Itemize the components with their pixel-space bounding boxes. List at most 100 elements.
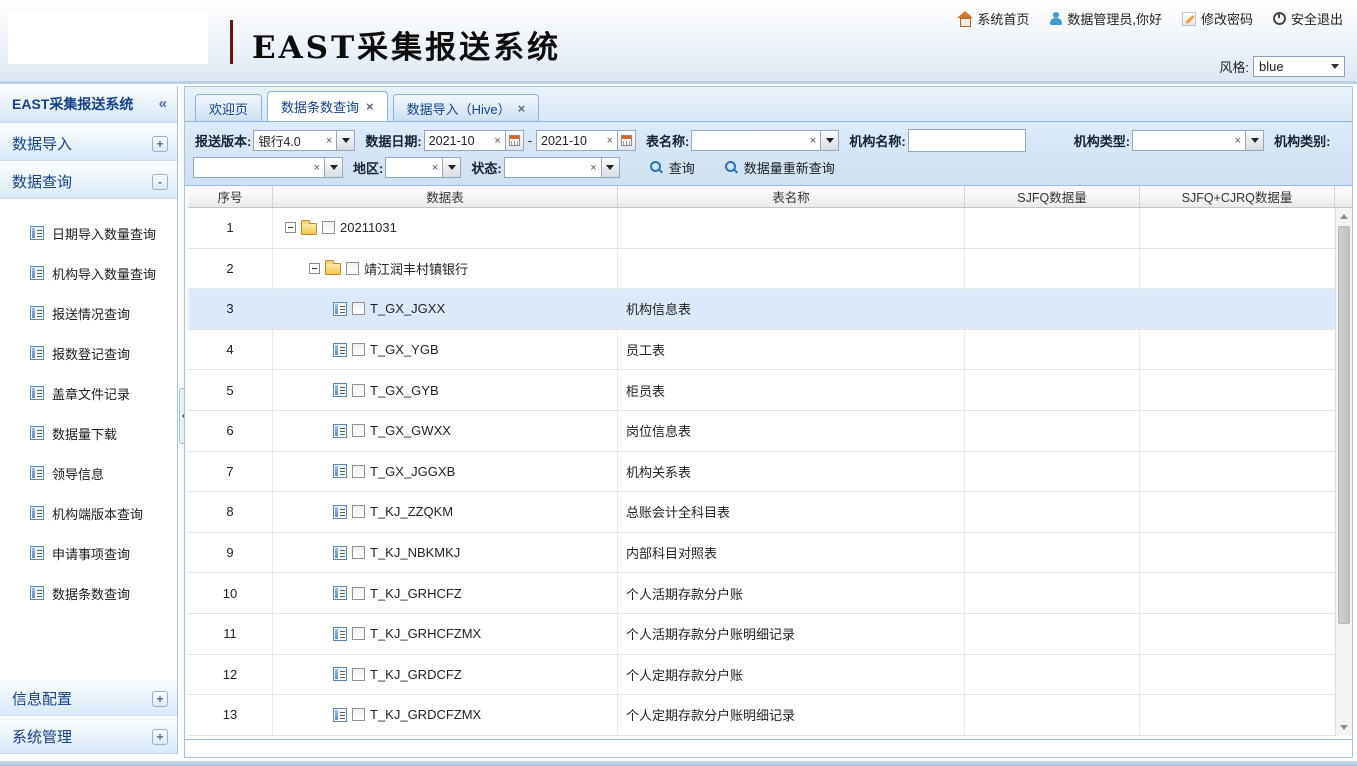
status-combo[interactable]: ×	[504, 157, 620, 178]
clear-icon[interactable]: ×	[322, 135, 336, 147]
sidebar-item-application-query[interactable]: 申请事项查询	[0, 533, 177, 573]
tree-collapse-icon[interactable]	[285, 222, 296, 233]
column-header-table[interactable]: 数据表	[273, 186, 618, 207]
org-class-combo[interactable]: ×	[193, 157, 343, 178]
change-password-link[interactable]: 修改密码	[1182, 9, 1253, 28]
sidebar-section-info-config[interactable]: 信息配置 +	[0, 681, 177, 716]
scroll-down-button[interactable]	[1336, 720, 1352, 736]
table-row[interactable]: 1 20211031	[188, 208, 1352, 249]
sidebar-section-data-query[interactable]: 数据查询 -	[0, 164, 177, 199]
clear-icon[interactable]: ×	[806, 135, 820, 147]
combo-arrow-button[interactable]	[820, 131, 838, 150]
clear-icon[interactable]: ×	[490, 135, 504, 147]
calendar-button[interactable]	[505, 131, 523, 150]
row-checkbox[interactable]	[352, 668, 365, 681]
power-icon	[1273, 12, 1286, 25]
org-type-combo[interactable]: ×	[1132, 130, 1264, 151]
plus-icon[interactable]: +	[152, 691, 168, 707]
requery-data-volume-button[interactable]: 数据量重新查询	[725, 158, 835, 177]
tree-collapse-icon[interactable]	[309, 263, 320, 274]
column-header-seq[interactable]: 序号	[188, 186, 273, 207]
column-header-sjfq[interactable]: SJFQ数据量	[965, 186, 1140, 207]
tree-node-label: T_KJ_GRDCFZ	[370, 667, 462, 682]
column-header-sjfq-cjrq[interactable]: SJFQ+CJRQ数据量	[1140, 186, 1335, 207]
tab-record-count-query[interactable]: 数据条数查询 ×	[267, 91, 388, 121]
table-row[interactable]: 10 T_KJ_GRHCFZ 个人活期存款分户账	[188, 573, 1352, 614]
sidebar-item-data-volume-download[interactable]: 数据量下载	[0, 413, 177, 453]
sidebar-section-data-import[interactable]: 数据导入 +	[0, 126, 177, 161]
combo-arrow-button[interactable]	[324, 158, 342, 177]
table-row[interactable]: 2 靖江润丰村镇银行	[188, 249, 1352, 290]
row-checkbox[interactable]	[352, 587, 365, 600]
clear-icon[interactable]: ×	[603, 135, 617, 147]
tab-welcome[interactable]: 欢迎页	[195, 94, 262, 121]
query-button[interactable]: 查询	[650, 158, 695, 177]
clear-icon[interactable]: ×	[586, 162, 600, 174]
sidebar-item-org-import-count[interactable]: 机构导入数量查询	[0, 253, 177, 293]
user-greeting[interactable]: 数据管理员,你好	[1049, 9, 1162, 28]
table-row-selected[interactable]: 3 T_GX_JGXX 机构信息表	[188, 289, 1352, 330]
table-row[interactable]: 6 T_GX_GWXX 岗位信息表	[188, 411, 1352, 452]
table-row[interactable]: 13 T_KJ_GRDCFZMX 个人定期存款分户账明细记录	[188, 695, 1352, 736]
row-checkbox[interactable]	[352, 505, 365, 518]
minus-icon[interactable]: -	[152, 174, 168, 190]
table-icon	[333, 667, 347, 681]
table-name-combo[interactable]: ×	[691, 130, 839, 151]
row-checkbox[interactable]	[352, 708, 365, 721]
plus-icon[interactable]: +	[152, 136, 168, 152]
org-name-input[interactable]	[908, 129, 1026, 152]
row-checkbox[interactable]	[352, 343, 365, 356]
row-checkbox[interactable]	[352, 546, 365, 559]
plus-icon[interactable]: +	[152, 729, 168, 745]
row-checkbox[interactable]	[352, 465, 365, 478]
combo-arrow-button[interactable]	[601, 158, 619, 177]
table-row[interactable]: 12 T_KJ_GRDCFZ 个人定期存款分户账	[188, 655, 1352, 696]
logout-link[interactable]: 安全退出	[1273, 9, 1343, 28]
table-row[interactable]: 8 T_KJ_ZZQKM 总账会计全科目表	[188, 492, 1352, 533]
table-row[interactable]: 5 T_GX_GYB 柜员表	[188, 370, 1352, 411]
column-header-name[interactable]: 表名称	[618, 186, 965, 207]
home-link[interactable]: 系统首页	[957, 9, 1029, 28]
clear-icon[interactable]: ×	[428, 162, 442, 174]
date-to-field[interactable]: 2021-10 ×	[536, 130, 636, 151]
table-row[interactable]: 11 T_KJ_GRHCFZMX 个人活期存款分户账明细记录	[188, 614, 1352, 655]
scrollbar-thumb[interactable]	[1338, 226, 1350, 624]
sidebar-item-sealed-files[interactable]: 盖章文件记录	[0, 373, 177, 413]
sidebar-item-report-register[interactable]: 报数登记查询	[0, 333, 177, 373]
row-name	[618, 249, 965, 289]
date-from-field[interactable]: 2021-10 ×	[424, 130, 524, 151]
region-combo[interactable]: ×	[385, 157, 461, 178]
scroll-up-button[interactable]	[1336, 208, 1352, 224]
combo-arrow-button[interactable]	[1245, 131, 1263, 150]
clear-icon[interactable]: ×	[310, 162, 324, 174]
row-checkbox[interactable]	[346, 262, 359, 275]
list-icon	[30, 506, 44, 520]
combo-arrow-button[interactable]	[336, 131, 354, 150]
row-checkbox[interactable]	[352, 302, 365, 315]
version-combo[interactable]: 银行4.0 ×	[253, 130, 355, 151]
sidebar-section-system-admin[interactable]: 系统管理 +	[0, 719, 177, 754]
calendar-button[interactable]	[617, 131, 635, 150]
combo-arrow-button[interactable]	[442, 158, 460, 177]
section-label: 系统管理	[12, 726, 72, 747]
sidebar-item-date-import-count[interactable]: 日期导入数量查询	[0, 213, 177, 253]
clear-icon[interactable]: ×	[1231, 135, 1245, 147]
table-row[interactable]: 9 T_KJ_NBKMKJ 内部科目对照表	[188, 533, 1352, 574]
row-checkbox[interactable]	[352, 384, 365, 397]
table-row[interactable]: 4 T_GX_YGB 员工表	[188, 330, 1352, 371]
sidebar-item-leader-info[interactable]: 领导信息	[0, 453, 177, 493]
style-select[interactable]: blue	[1253, 56, 1345, 77]
row-checkbox[interactable]	[322, 221, 335, 234]
vertical-scrollbar[interactable]	[1335, 208, 1352, 736]
close-icon[interactable]: ×	[366, 99, 374, 114]
row-checkbox[interactable]	[352, 424, 365, 437]
tab-data-import-hive[interactable]: 数据导入（Hive） ×	[393, 94, 540, 121]
table-row[interactable]: 7 T_GX_JGGXB 机构关系表	[188, 452, 1352, 493]
close-icon[interactable]: ×	[518, 101, 526, 116]
row-checkbox[interactable]	[352, 627, 365, 640]
sidebar-collapse-icon[interactable]: «	[159, 95, 167, 112]
tab-label: 数据导入（Hive）	[407, 99, 511, 118]
sidebar-item-client-version-query[interactable]: 机构端版本查询	[0, 493, 177, 533]
sidebar-item-record-count-query[interactable]: 数据条数查询	[0, 573, 177, 613]
sidebar-item-report-status[interactable]: 报送情况查询	[0, 293, 177, 333]
